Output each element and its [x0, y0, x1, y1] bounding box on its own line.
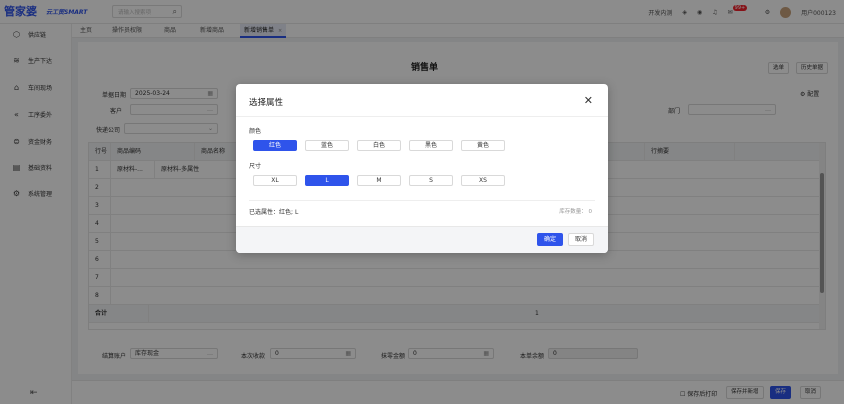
color-option-yellow[interactable]: 黄色	[461, 140, 505, 151]
size-option-xl[interactable]: XL	[253, 175, 297, 186]
size-option-m[interactable]: M	[357, 175, 401, 186]
selected-prefix: 已选属性：	[249, 209, 280, 216]
close-icon[interactable]: ✕	[584, 94, 593, 107]
size-option-xs[interactable]: XS	[461, 175, 505, 186]
selected-value: 红色; L	[279, 209, 299, 216]
modal-cancel-button[interactable]: 取消	[568, 233, 594, 246]
color-option-red[interactable]: 红色	[253, 140, 297, 151]
color-option-black[interactable]: 黑色	[409, 140, 453, 151]
selected-attributes: 已选属性：红色; L	[249, 207, 298, 216]
divider	[249, 200, 595, 201]
size-section-label: 尺寸	[249, 163, 262, 170]
stock-info: 库存数量： 0	[559, 207, 592, 215]
modal-title: 选择属性	[249, 98, 284, 108]
color-section-label: 颜色	[249, 128, 262, 135]
color-option-blue[interactable]: 蓝色	[305, 140, 349, 151]
confirm-button[interactable]: 确定	[537, 233, 563, 246]
size-option-l[interactable]: L	[305, 175, 349, 186]
modal-footer: 确定 取消	[236, 226, 608, 253]
select-attribute-modal: 选择属性 ✕ 颜色 红色 蓝色 白色 黑色 黄色 尺寸 XL L M S XS …	[236, 84, 608, 253]
stock-value: 0	[588, 209, 593, 215]
color-option-white[interactable]: 白色	[357, 140, 401, 151]
divider	[236, 116, 608, 117]
stock-label: 库存数量：	[559, 209, 587, 215]
size-option-s[interactable]: S	[409, 175, 453, 186]
